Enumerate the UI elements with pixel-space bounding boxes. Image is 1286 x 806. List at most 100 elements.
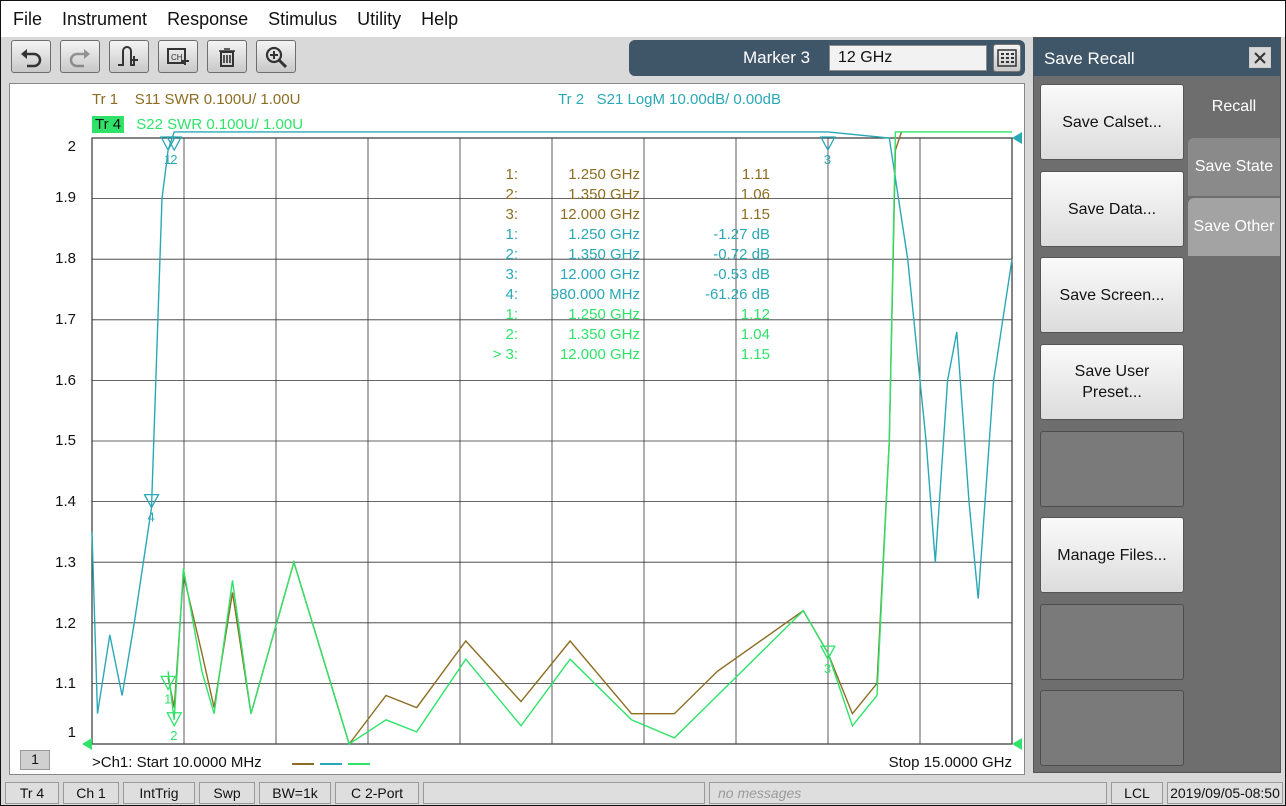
marker-value: -1.27 dB	[713, 226, 770, 243]
delete-button[interactable]	[207, 40, 247, 73]
marker-num: 1:	[505, 226, 518, 243]
trace-legend-lines	[292, 763, 370, 765]
marker-label: 4	[148, 510, 155, 525]
save-data-button[interactable]: Save Data...	[1040, 171, 1184, 247]
marker-value: 1.15	[740, 346, 770, 363]
marker-readout-row: 4: 980.000 MHz -61.26 dB	[480, 286, 780, 306]
trace-2-desc: S21 LogM 10.00dB/ 0.00dB	[596, 91, 781, 108]
stop-frequency-label[interactable]: Stop 15.0000 GHz	[889, 754, 1012, 771]
status-sweep[interactable]: Swp	[199, 782, 255, 804]
menu-stimulus[interactable]: Stimulus	[268, 9, 337, 30]
keypad-icon	[997, 49, 1017, 67]
marker-num: 2:	[505, 186, 518, 203]
status-calibration[interactable]: C 2-Port	[335, 782, 419, 804]
status-trigger[interactable]: IntTrig	[123, 782, 195, 804]
marker-label: 3	[824, 152, 831, 167]
marker-label: 2	[170, 728, 177, 743]
status-trace[interactable]: Tr 4	[5, 782, 59, 804]
start-frequency-label[interactable]: >Ch1: Start 10.0000 MHz	[92, 754, 262, 771]
measurement-display[interactable]: 1 2 3 4 1 2 3 Tr 1 S11 SWR 0.100U/ 1.00U Tr 2 …	[9, 83, 1025, 775]
save-calset-button[interactable]: Save Calset...	[1040, 84, 1184, 160]
tab-recall[interactable]: Recall	[1188, 78, 1280, 136]
marker-num: > 3:	[492, 346, 518, 363]
y-tick-label: 1.1	[55, 675, 76, 692]
menu-help[interactable]: Help	[421, 9, 458, 30]
marker-num: 3:	[505, 266, 518, 283]
marker-add-icon	[118, 45, 138, 66]
panel-close-button[interactable]	[1249, 47, 1271, 68]
close-icon	[1254, 51, 1266, 64]
marker-num: 3:	[505, 206, 518, 223]
y-tick-label: 1.4	[55, 493, 76, 510]
marker-value: 1.11	[741, 166, 770, 183]
y-tick-label: 1.8	[55, 250, 76, 267]
marker-num: 2:	[505, 326, 518, 343]
y-tick-label: 1.2	[55, 615, 76, 632]
trace-4-desc: S22 SWR 0.100U/ 1.00U	[136, 116, 304, 133]
marker-label: 2	[170, 152, 177, 167]
trace-1-desc: S11 SWR 0.100U/ 1.00U	[134, 91, 301, 108]
menu-instrument[interactable]: Instrument	[62, 9, 147, 30]
marker-freq: 1.250 GHz	[568, 226, 640, 243]
status-blank	[423, 782, 705, 804]
trace-4-header[interactable]: Tr 4 S22 SWR 0.100U/ 1.00U	[92, 116, 303, 133]
y-tick-label: 1.7	[55, 311, 76, 328]
add-marker-button[interactable]	[109, 40, 149, 73]
menu-bar: File Instrument Response Stimulus Utilit…	[1, 1, 1285, 37]
zoom-button[interactable]	[256, 40, 296, 73]
marker-freq: 1.350 GHz	[568, 326, 640, 343]
marker-freq: 12.000 GHz	[559, 266, 640, 283]
delete-icon	[219, 47, 235, 67]
tab-save-state[interactable]: Save State	[1188, 138, 1280, 196]
trace-1-id: Tr 1	[92, 91, 119, 108]
marker-value: -61.26 dB	[704, 286, 770, 303]
panel-title: Save Recall	[1034, 38, 1280, 76]
marker-value: -0.53 dB	[713, 266, 770, 283]
marker-readout-row: 1: 1.250 GHz -1.27 dB	[480, 226, 780, 246]
menu-response[interactable]: Response	[167, 9, 248, 30]
menu-utility[interactable]: Utility	[357, 9, 401, 30]
redo-icon	[69, 48, 90, 67]
empty-softkey[interactable]	[1040, 690, 1184, 766]
channel-number-badge[interactable]: 1	[20, 750, 50, 770]
undo-button[interactable]	[11, 40, 51, 73]
status-channel[interactable]: Ch 1	[63, 782, 119, 804]
redo-button[interactable]	[60, 40, 100, 73]
marker-value: 1.12	[740, 306, 770, 323]
status-bar: Tr 4 Ch 1 IntTrig Swp BW=1k C 2-Port no …	[1, 779, 1285, 805]
status-lcl: LCL	[1111, 782, 1163, 804]
save-user-preset-button[interactable]: Save User Preset...	[1040, 344, 1184, 420]
save-screen-button[interactable]: Save Screen...	[1040, 257, 1184, 333]
marker-value: 1.04	[740, 326, 770, 343]
reference-arrow-right	[1012, 132, 1022, 144]
marker-readout-row: 1: 1.250 GHz 1.12	[480, 306, 780, 326]
trace-4-id: Tr 4	[92, 116, 125, 133]
status-bandwidth[interactable]: BW=1k	[259, 782, 331, 804]
manage-files-button[interactable]: Manage Files...	[1040, 517, 1184, 593]
empty-softkey[interactable]	[1040, 604, 1184, 680]
keypad-button[interactable]	[993, 44, 1021, 72]
trace-2-id: Tr 2	[558, 91, 585, 108]
channel-copy-button[interactable]: CH	[158, 40, 198, 73]
empty-softkey[interactable]	[1040, 431, 1184, 507]
y-tick-label: 1.3	[55, 554, 76, 571]
trace-2-header[interactable]: Tr 2 S21 LogM 10.00dB/ 0.00dB	[558, 91, 781, 108]
marker-label: 3	[824, 661, 831, 676]
marker-freq: 1.250 GHz	[568, 166, 640, 183]
copy-channel-icon: CH	[167, 47, 189, 65]
marker-label: Marker 3	[743, 48, 811, 67]
tab-save-other[interactable]: Save Other	[1188, 198, 1280, 256]
marker-num: 2:	[505, 246, 518, 263]
marker-readout-row: 2: 1.350 GHz -0.72 dB	[480, 246, 780, 266]
trace-1-header[interactable]: Tr 1 S11 SWR 0.100U/ 1.00U	[92, 91, 300, 108]
status-message: no messages	[709, 782, 1107, 804]
marker-label: 1	[164, 691, 171, 706]
menu-file[interactable]: File	[13, 9, 42, 30]
reference-arrow-left	[82, 738, 92, 750]
marker-frequency-input[interactable]: 12 GHz	[829, 45, 987, 71]
marker-freq: 1.350 GHz	[568, 246, 640, 263]
zoom-icon	[265, 46, 288, 68]
marker-entry-bar: Marker 3 12 GHz	[629, 40, 1025, 76]
marker-num: 1:	[505, 306, 518, 323]
marker-readout-row: 3: 12.000 GHz -0.53 dB	[480, 266, 780, 286]
